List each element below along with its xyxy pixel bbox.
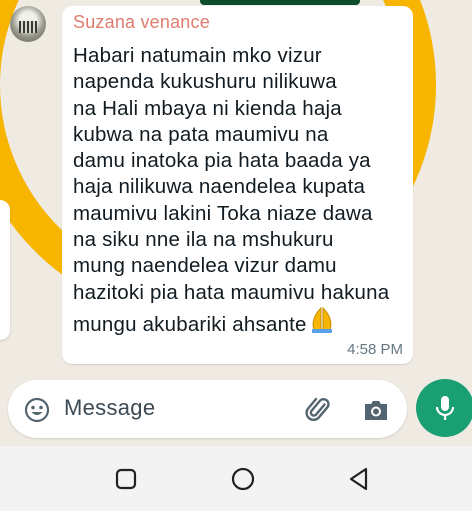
paperclip-icon[interactable] (304, 395, 334, 425)
avatar-photo (19, 21, 37, 33)
message-body: Habari natumain mko vizur napenda kukush… (73, 43, 403, 341)
previous-message-edge (200, 0, 360, 5)
folded-hands-icon (309, 306, 335, 341)
recents-square-icon[interactable] (113, 466, 139, 492)
smiley-icon[interactable] (24, 397, 50, 423)
microphone-icon (435, 396, 455, 420)
side-card-edge (0, 200, 10, 340)
camera-icon[interactable] (362, 396, 390, 424)
sender-name[interactable]: Suzana venance (73, 12, 403, 32)
system-navigation-bar (0, 446, 472, 511)
message-timestamp: 4:58 PM (347, 341, 403, 358)
message-text: Habari natumain mko vizur napenda kukush… (73, 44, 390, 336)
microphone-button[interactable] (416, 379, 472, 437)
message-composer[interactable]: Message (8, 380, 407, 438)
home-circle-icon[interactable] (230, 466, 256, 492)
message-input[interactable]: Message (64, 395, 155, 421)
sender-avatar[interactable] (10, 6, 46, 42)
message-bubble[interactable]: Suzana venance Habari natumain mko vizur… (62, 6, 413, 364)
back-triangle-icon[interactable] (346, 466, 372, 492)
